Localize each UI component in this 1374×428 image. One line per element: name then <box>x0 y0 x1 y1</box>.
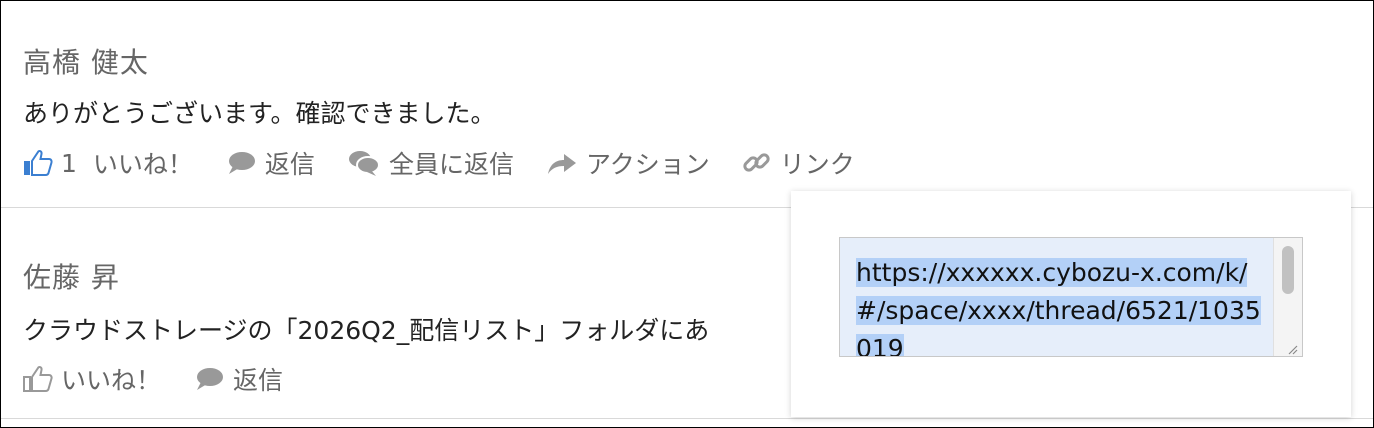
like-label: いいね！ <box>92 150 193 179</box>
chain-link-icon <box>742 149 772 177</box>
link-url-textarea[interactable]: https://xxxxxx.cybozu-x.com/k/#/space/xx… <box>839 237 1303 357</box>
scrollbar-thumb[interactable] <box>1282 246 1294 294</box>
post-item: 高橋 健太 ありがとうございます。確認できました。 1 いいね！ 返信 全員に返… <box>1 1 1373 208</box>
speech-bubble-icon <box>225 150 257 176</box>
thumbs-up-icon <box>23 149 53 177</box>
resize-grip-icon[interactable] <box>1286 340 1298 355</box>
thread-panel: 高橋 健太 ありがとうございます。確認できました。 1 いいね！ 返信 全員に返… <box>0 0 1374 428</box>
thumbs-up-icon <box>23 365 53 393</box>
post-author[interactable]: 佐藤 昇 <box>23 256 120 296</box>
speech-bubble-icon <box>193 366 225 392</box>
action-label: アクション <box>585 150 710 179</box>
action-button[interactable]: アクション <box>546 145 710 181</box>
post-body: ありがとうございます。確認できました。 <box>23 99 496 128</box>
arrow-right-icon <box>546 150 578 176</box>
textarea-scrollbar[interactable] <box>1273 238 1302 356</box>
reply-all-button[interactable]: 全員に返信 <box>347 145 514 181</box>
post-actions: いいね！ 返信 <box>23 361 315 397</box>
post-body: クラウドストレージの「2026Q2_配信リスト」フォルダにあ <box>23 316 710 345</box>
reply-button[interactable]: 返信 <box>193 361 283 397</box>
double-speech-bubble-icon <box>347 149 381 177</box>
post-actions: 1 いいね！ 返信 全員に返信 アクション リンク <box>23 145 887 181</box>
reply-label: 返信 <box>264 150 315 179</box>
link-popup: https://xxxxxx.cybozu-x.com/k/#/space/xx… <box>791 191 1351 417</box>
like-button[interactable]: いいね！ <box>23 361 161 397</box>
like-label: いいね！ <box>61 366 162 395</box>
link-button[interactable]: リンク <box>742 145 855 181</box>
post-author[interactable]: 高橋 健太 <box>23 41 149 81</box>
like-button[interactable]: 1 いいね！ <box>23 145 193 181</box>
reply-label: 返信 <box>233 366 284 395</box>
reply-button[interactable]: 返信 <box>225 145 315 181</box>
link-url-text[interactable]: https://xxxxxx.cybozu-x.com/k/#/space/xx… <box>856 258 1261 356</box>
like-count: 1 <box>61 148 77 178</box>
reply-all-label: 全員に返信 <box>388 150 514 179</box>
link-label: リンク <box>779 150 855 179</box>
